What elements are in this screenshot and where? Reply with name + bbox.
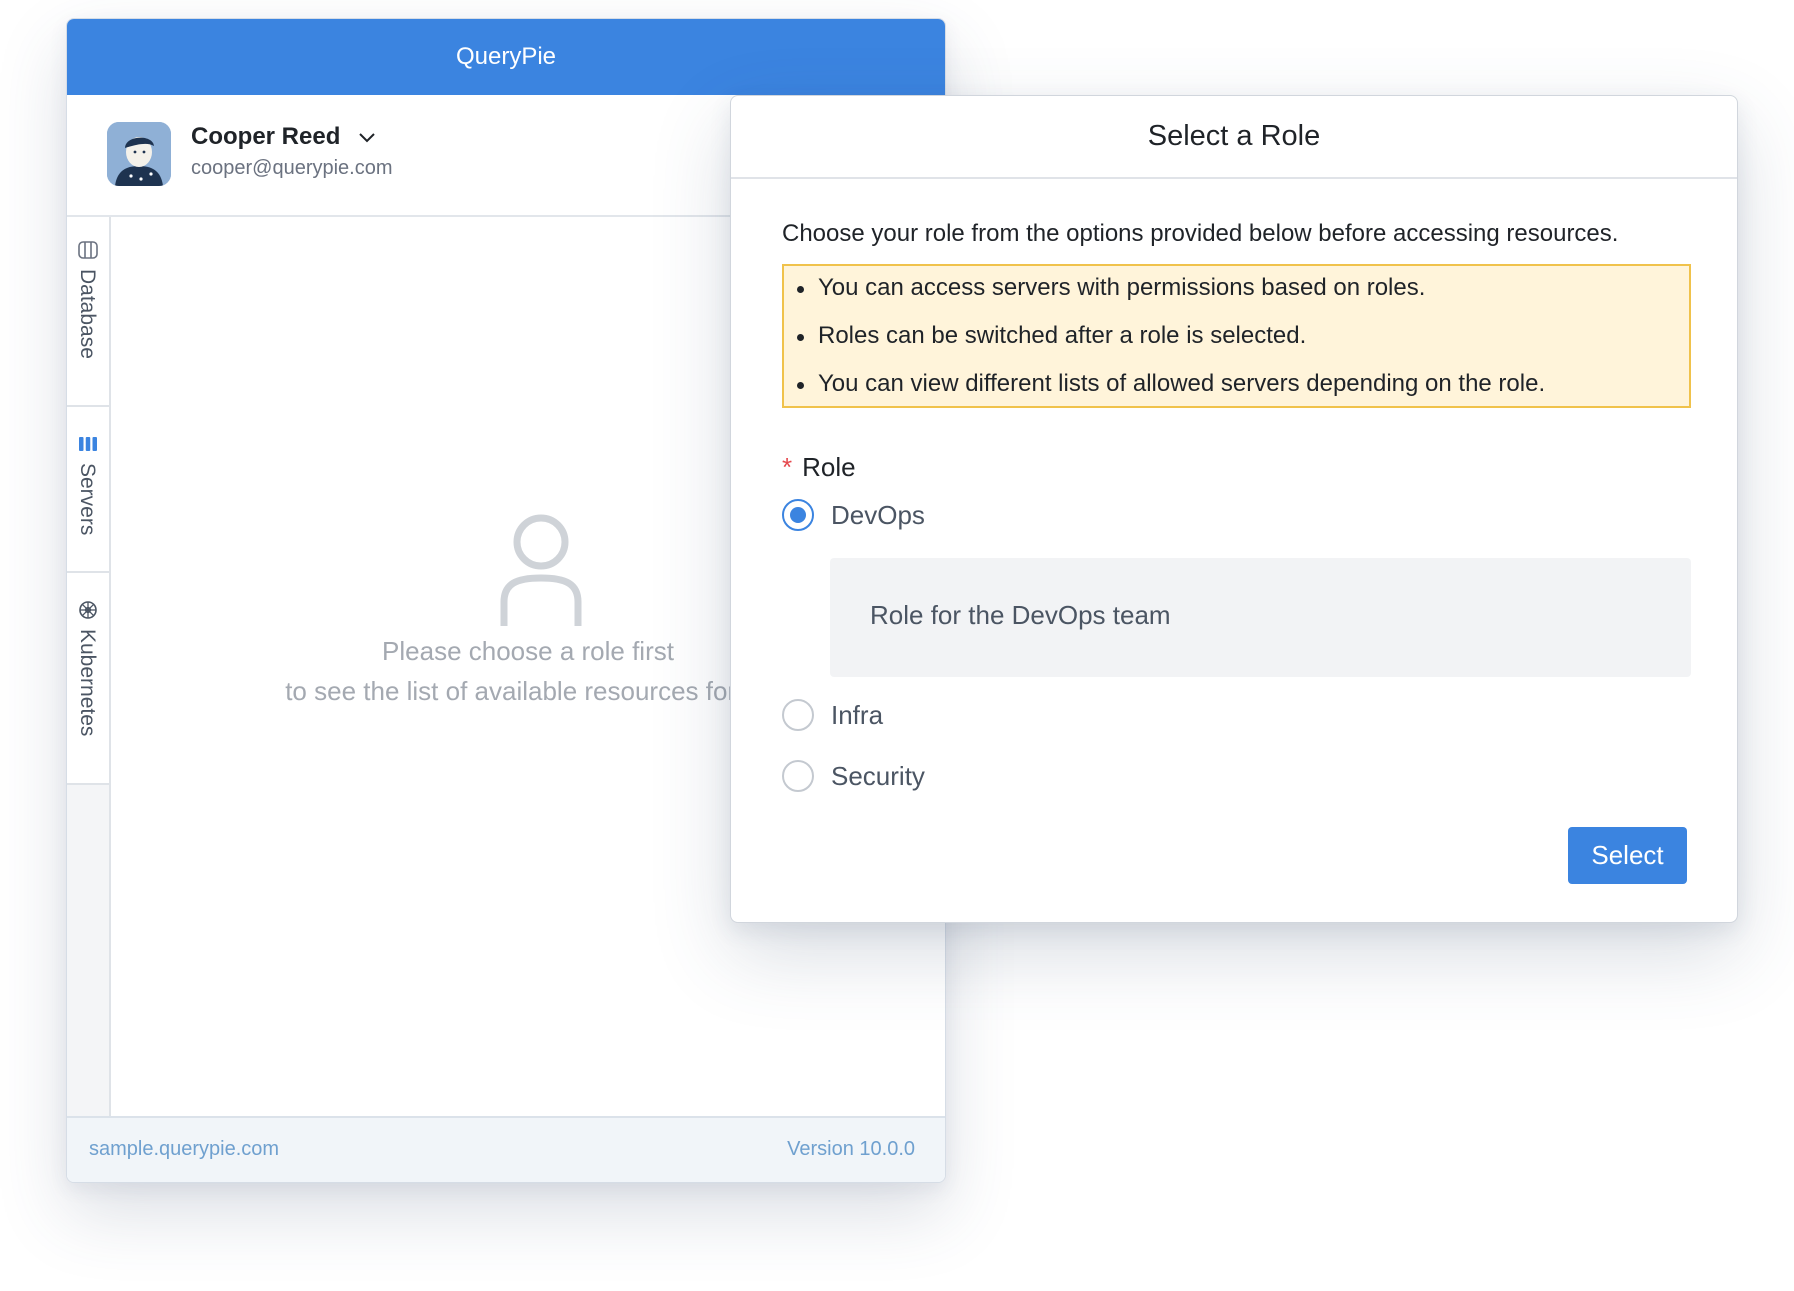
user-placeholder-icon — [500, 514, 582, 626]
footer-version: Version 10.0.0 — [787, 1138, 915, 1160]
role-option-security[interactable]: Security — [782, 759, 925, 793]
chevron-down-icon[interactable] — [355, 125, 379, 149]
window-footer: sample.querypie.com Version 10.0.0 — [67, 1116, 945, 1182]
role-option-infra[interactable]: Infra — [782, 698, 883, 732]
role-option-label[interactable]: Infra — [831, 700, 883, 731]
select-role-modal: Select a Role Choose your role from the … — [730, 95, 1738, 923]
select-button[interactable]: Select — [1568, 827, 1687, 884]
tab-kubernetes-label: Kubernetes — [76, 629, 99, 737]
radio-devops[interactable] — [782, 499, 814, 531]
role-label-text: Role — [802, 452, 856, 482]
side-tabs: Database Servers Kubernetes — [67, 217, 111, 1116]
role-description: Role for the DevOps team — [830, 558, 1691, 677]
servers-icon — [79, 437, 97, 451]
role-option-label[interactable]: DevOps — [831, 500, 925, 531]
database-icon — [78, 241, 98, 259]
modal-header: Select a Role — [731, 96, 1737, 179]
role-field-label: * Role — [782, 452, 856, 483]
window-titlebar: QueryPie — [67, 19, 945, 95]
required-mark: * — [782, 452, 793, 482]
avatar[interactable] — [107, 122, 171, 186]
tab-database[interactable]: Database — [67, 217, 109, 407]
tab-database-label: Database — [76, 269, 99, 359]
notice-item: Roles can be switched after a role is se… — [796, 322, 1307, 349]
radio-security[interactable] — [782, 760, 814, 792]
tab-servers-label: Servers — [76, 463, 99, 536]
user-name[interactable]: Cooper Reed — [191, 123, 340, 151]
app-title: QueryPie — [455, 43, 557, 70]
kubernetes-icon — [79, 601, 97, 619]
footer-domain[interactable]: sample.querypie.com — [89, 1138, 279, 1161]
notice-item: You can view different lists of allowed … — [796, 370, 1546, 397]
user-email: cooper@querypie.com — [191, 157, 393, 179]
modal-intro: Choose your role from the options provid… — [782, 220, 1619, 247]
stage: QueryPie Cooper Reed cooper@querypie.com — [0, 0, 1794, 1291]
radio-infra[interactable] — [782, 699, 814, 731]
role-option-label[interactable]: Security — [831, 761, 925, 792]
tab-servers[interactable]: Servers — [67, 407, 109, 573]
notice-box: You can access servers with permissions … — [782, 264, 1691, 408]
role-option-devops[interactable]: DevOps — [782, 498, 925, 532]
tab-kubernetes[interactable]: Kubernetes — [67, 573, 109, 785]
notice-item: You can access servers with permissions … — [796, 274, 1426, 301]
modal-title: Select a Role — [1147, 120, 1321, 152]
